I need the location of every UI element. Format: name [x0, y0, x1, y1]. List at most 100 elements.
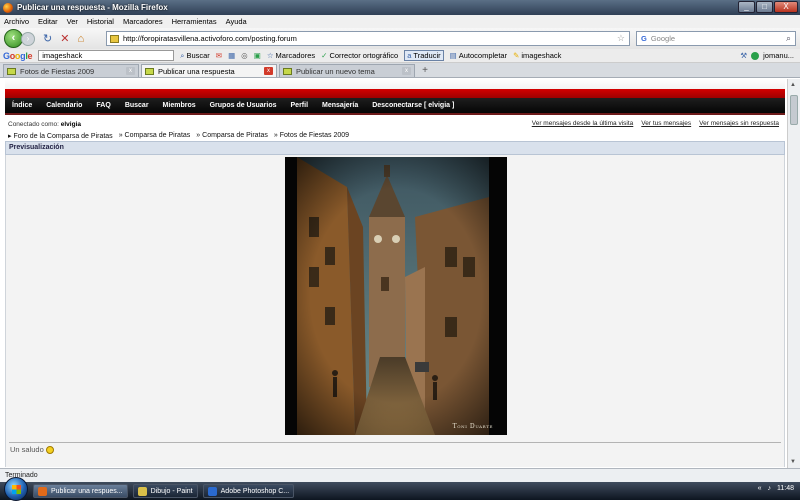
forum-nav-calendario[interactable]: Calendario — [39, 102, 89, 109]
breadcrumb-item[interactable]: ▸ Foro de la Comparsa de Piratas — [8, 132, 113, 140]
photoshop-task-icon — [207, 486, 217, 496]
imageshack-button[interactable]: ✎ imageshack — [513, 51, 561, 60]
menu-marcadores[interactable]: Marcadores — [123, 17, 163, 26]
maximize-button[interactable]: □ — [756, 1, 773, 13]
breadcrumb-item[interactable]: » Comparsa de Piratas — [119, 132, 191, 140]
menu-herramientas[interactable]: Herramientas — [172, 17, 217, 26]
breadcrumb-item[interactable]: » Fotos de Fiestas 2009 — [274, 132, 349, 140]
google-buscar-button[interactable]: ⌕ Buscar — [180, 51, 210, 61]
pagerank-button[interactable]: ◎ — [241, 51, 248, 60]
tab-label: Fotos de Fiestas 2009 — [20, 66, 95, 76]
traducir-label: Traducir — [413, 51, 441, 60]
tab-favicon — [7, 67, 16, 75]
forum-red-bar — [5, 89, 785, 98]
spellcheck-icon: ✓ — [321, 51, 328, 60]
task-label: Dibujo - Paint — [150, 487, 193, 495]
bookmark-star-icon[interactable]: ☆ — [617, 33, 625, 44]
forum-nav-miembros[interactable]: Miembros — [156, 102, 203, 109]
taskbar-item-paint[interactable]: Dibujo - Paint — [132, 484, 198, 498]
url-bar[interactable]: http://foropiratasvillena.activoforo.com… — [106, 31, 630, 46]
taskbar-item-photoshop[interactable]: Adobe Photoshop C... — [202, 484, 295, 498]
clock[interactable]: 11:48 — [777, 485, 794, 492]
autocompletar-button[interactable]: ▤ Autocompletar — [450, 51, 507, 60]
home-icon[interactable]: ⌂ — [77, 33, 84, 45]
search-box[interactable]: G Google ⌕ — [636, 31, 796, 46]
forward-button[interactable]: › — [21, 31, 35, 46]
forum-nav-perfil[interactable]: Perfil — [284, 102, 316, 109]
tab-fotos-fiestas[interactable]: Fotos de Fiestas 2009 x — [3, 64, 139, 77]
forum-nav-desconectarse[interactable]: Desconectarse [ elvigia ] — [365, 102, 461, 109]
google-toolbar-right: ⚒ jomanu... — [740, 51, 794, 60]
calendar-button[interactable]: ▦ — [228, 51, 235, 60]
wrench-icon[interactable]: ⚒ — [740, 51, 747, 60]
breadcrumb: ▸ Foro de la Comparsa de Piratas » Compa… — [8, 132, 349, 140]
corrector-button[interactable]: ✓ Corrector ortográfico — [321, 51, 398, 60]
close-button[interactable]: X — [774, 1, 798, 13]
menu-historial[interactable]: Historial — [87, 17, 114, 26]
tab-close-icon[interactable]: x — [402, 67, 411, 75]
user-status-icon — [751, 51, 760, 60]
logged-user: elvigia — [60, 121, 81, 128]
preview-header: Previsualización — [5, 141, 785, 155]
paint-task-icon — [137, 486, 147, 496]
pencil-icon: ✎ — [513, 51, 520, 60]
stop-icon[interactable]: ✕ — [60, 32, 69, 45]
calendar-icon: ▦ — [228, 51, 236, 60]
link-mensajes-ultima-visita[interactable]: Ver mensajes desde la última visita — [532, 120, 634, 127]
site-favicon — [110, 34, 119, 43]
tab-close-icon[interactable]: x — [126, 67, 135, 75]
scroll-up-icon[interactable]: ▲ — [790, 82, 796, 88]
share-button[interactable]: ▣ — [254, 51, 261, 60]
forum-nav: Índice Calendario FAQ Buscar Miembros Gr… — [5, 98, 785, 115]
taskbar-item-firefox[interactable]: Publicar una respues... — [33, 484, 128, 498]
message-label: Un saludo — [10, 445, 44, 454]
forum-nav-grupos[interactable]: Grupos de Usuarios — [203, 102, 284, 109]
menu-bar: Archivo Editar Ver Historial Marcadores … — [0, 15, 800, 28]
minimize-button[interactable]: _ — [738, 1, 755, 13]
menu-ver[interactable]: Ver — [67, 17, 78, 26]
compass-icon: ◎ — [241, 51, 248, 60]
menu-ayuda[interactable]: Ayuda — [226, 17, 247, 26]
breadcrumb-item[interactable]: » Comparsa de Piratas — [196, 132, 268, 140]
street-photo-illustration — [285, 157, 507, 435]
photo-watermark: Toni Duarte — [452, 423, 493, 430]
window-controls: _ □ X — [738, 1, 798, 13]
gmail-button[interactable]: ✉ — [216, 51, 222, 60]
tab-favicon — [145, 67, 154, 75]
status-bar: Terminado — [0, 468, 800, 482]
start-button[interactable] — [4, 477, 28, 501]
search-magnifier-icon[interactable]: ⌕ — [786, 33, 791, 44]
reload-icon[interactable]: ↻ — [43, 32, 52, 45]
tray-arrow-icon[interactable]: « — [758, 485, 762, 492]
logged-prefix: Conectado como: — [8, 121, 59, 128]
speaker-icon[interactable]: ♪ — [768, 485, 772, 492]
new-tab-button[interactable]: + — [417, 65, 433, 77]
corrector-label: Corrector ortográfico — [329, 51, 399, 60]
tab-publicar-tema[interactable]: Publicar un nuevo tema x — [279, 64, 415, 77]
menu-editar[interactable]: Editar — [38, 17, 58, 26]
scroll-down-icon[interactable]: ▼ — [790, 459, 796, 465]
menu-archivo[interactable]: Archivo — [4, 17, 29, 26]
tab-publicar-respuesta[interactable]: Publicar una respuesta x — [141, 64, 277, 77]
marcadores-button[interactable]: ☆ Marcadores — [267, 51, 315, 60]
forum-nav-mensajeria[interactable]: Mensajería — [315, 102, 365, 109]
tab-bar: Fotos de Fiestas 2009 x Publicar una res… — [0, 63, 800, 78]
tab-close-icon[interactable]: x — [264, 67, 273, 75]
forum-nav-faq[interactable]: FAQ — [89, 102, 117, 109]
preview-body: Toni Duarte Un saludo — [5, 155, 785, 467]
search-icon: ⌕ — [180, 50, 185, 60]
window-title: Publicar una respuesta - Mozilla Firefox — [17, 3, 168, 12]
page-scrollbar[interactable]: ▲ ▼ — [787, 79, 800, 468]
scroll-thumb[interactable] — [790, 95, 798, 125]
google-search-input[interactable]: imageshack — [38, 50, 175, 61]
star-icon: ☆ — [266, 51, 274, 60]
forum-nav-buscar[interactable]: Buscar — [118, 102, 156, 109]
windows-taskbar: Publicar una respues... Dibujo - Paint A… — [0, 477, 800, 501]
link-mensajes-sin-respuesta[interactable]: Ver mensajes sin respuesta — [699, 120, 779, 127]
traducir-button[interactable]: a Traducir — [404, 50, 444, 61]
logged-in-info: Conectado como: elvigia — [8, 121, 81, 128]
google-user[interactable]: jomanu... — [763, 51, 794, 60]
link-tus-mensajes[interactable]: Ver tus mensajes — [641, 120, 691, 127]
google-toolbar: Google imageshack ⌕ Buscar ✉ ▦ ◎ ▣ ☆ Marca… — [0, 49, 800, 63]
forum-nav-indice[interactable]: Índice — [5, 102, 39, 109]
